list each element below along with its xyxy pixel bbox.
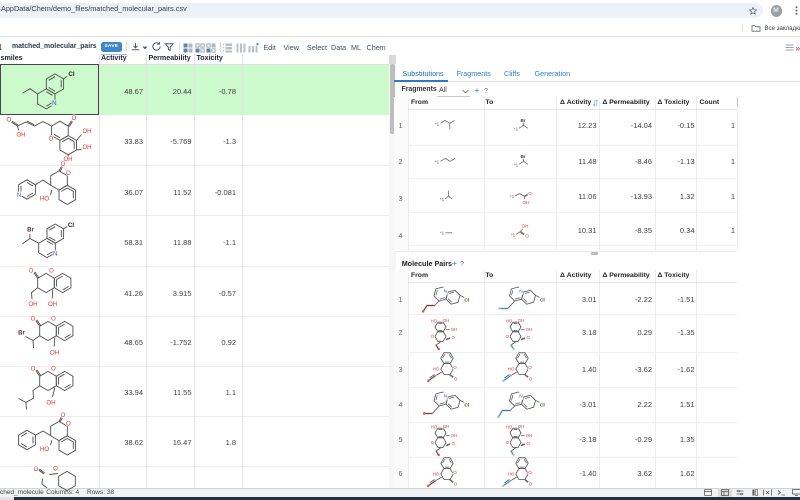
svg-text:OH: OH: [526, 327, 532, 332]
svg-text:HO: HO: [40, 446, 49, 453]
svg-text:O: O: [66, 171, 71, 177]
svg-text:Cl: Cl: [540, 298, 546, 304]
svg-text:OH: OH: [17, 132, 26, 138]
svg-text:O: O: [53, 467, 58, 473]
svg-text:OH: OH: [526, 433, 532, 438]
svg-text:Br: Br: [18, 330, 25, 336]
svg-text:HO: HO: [508, 367, 515, 372]
svg-text:O: O: [525, 234, 529, 239]
svg-text:O: O: [454, 377, 458, 382]
svg-text:OH: OH: [46, 400, 55, 407]
svg-text:OH: OH: [443, 318, 449, 323]
svg-text:O: O: [454, 482, 458, 487]
svg-text:O: O: [431, 440, 435, 445]
svg-text:O: O: [31, 366, 36, 372]
svg-text:O: O: [529, 377, 533, 382]
svg-text:*1: *1: [440, 231, 445, 236]
svg-text:N: N: [519, 393, 523, 399]
svg-text:HO: HO: [433, 367, 440, 372]
svg-text:N: N: [53, 251, 57, 258]
svg-text:HO: HO: [433, 472, 440, 477]
svg-text:OH: OH: [518, 318, 524, 323]
svg-text:OH: OH: [50, 350, 59, 357]
svg-text:O: O: [529, 482, 533, 487]
svg-text:N: N: [444, 393, 448, 399]
svg-text:N: N: [17, 193, 21, 199]
svg-text:O: O: [61, 413, 66, 419]
svg-text:OH: OH: [28, 301, 37, 308]
svg-text:*1: *1: [511, 232, 516, 237]
svg-text:Br: Br: [520, 118, 525, 123]
svg-text:O: O: [506, 334, 510, 339]
svg-text:OH: OH: [451, 433, 457, 438]
svg-text:Cl: Cl: [68, 71, 74, 78]
svg-text:OH: OH: [522, 224, 529, 229]
svg-text:Cl: Cl: [464, 403, 470, 409]
svg-text:N: N: [444, 288, 448, 294]
svg-text:OH: OH: [48, 301, 57, 308]
svg-text:O: O: [528, 191, 532, 196]
svg-text:O: O: [527, 335, 531, 340]
svg-text:O: O: [72, 116, 77, 122]
svg-text:O: O: [51, 366, 56, 372]
svg-text:Cl: Cl: [540, 403, 546, 409]
svg-text:O: O: [7, 117, 12, 123]
svg-text:N: N: [519, 288, 523, 294]
svg-text:OH: OH: [523, 200, 530, 205]
svg-text:Cl: Cl: [68, 222, 74, 229]
svg-text:O: O: [528, 470, 532, 475]
svg-text:O: O: [452, 335, 456, 340]
svg-text:O: O: [431, 334, 435, 339]
svg-text:OH: OH: [443, 424, 449, 429]
svg-text:HO: HO: [431, 425, 438, 430]
svg-text:Cl: Cl: [464, 298, 470, 304]
svg-text:HO: HO: [40, 196, 49, 203]
svg-text:N: N: [52, 100, 56, 107]
svg-text:O: O: [51, 316, 56, 322]
svg-text:Br: Br: [27, 228, 34, 234]
svg-text:O: O: [34, 467, 39, 473]
svg-text:O: O: [453, 365, 457, 370]
svg-text:OH: OH: [518, 424, 524, 429]
svg-text:O: O: [31, 316, 36, 322]
svg-text:O: O: [49, 137, 54, 143]
svg-text:O: O: [528, 365, 532, 370]
svg-text:O: O: [66, 422, 71, 428]
svg-text:OH: OH: [83, 129, 92, 135]
svg-text:Br: Br: [520, 154, 525, 159]
svg-text:*1: *1: [514, 162, 519, 167]
svg-text:*1: *1: [435, 159, 440, 164]
svg-text:O: O: [527, 441, 531, 446]
svg-text:OH: OH: [451, 327, 457, 332]
svg-text:*1: *1: [514, 126, 519, 131]
svg-text:HO: HO: [506, 319, 513, 324]
svg-text:*1: *1: [435, 121, 440, 126]
svg-text:HO: HO: [431, 319, 438, 324]
svg-text:O: O: [506, 440, 510, 445]
svg-text:O: O: [29, 268, 34, 274]
svg-text:O: O: [452, 441, 456, 446]
svg-text:O: O: [49, 268, 54, 274]
svg-text:HO: HO: [506, 425, 513, 430]
svg-text:*1: *1: [510, 194, 515, 199]
svg-text:*1: *1: [440, 197, 445, 202]
svg-text:OH: OH: [83, 145, 92, 151]
svg-text:O: O: [61, 162, 66, 168]
svg-text:O: O: [453, 470, 457, 475]
svg-text:HO: HO: [508, 472, 515, 477]
